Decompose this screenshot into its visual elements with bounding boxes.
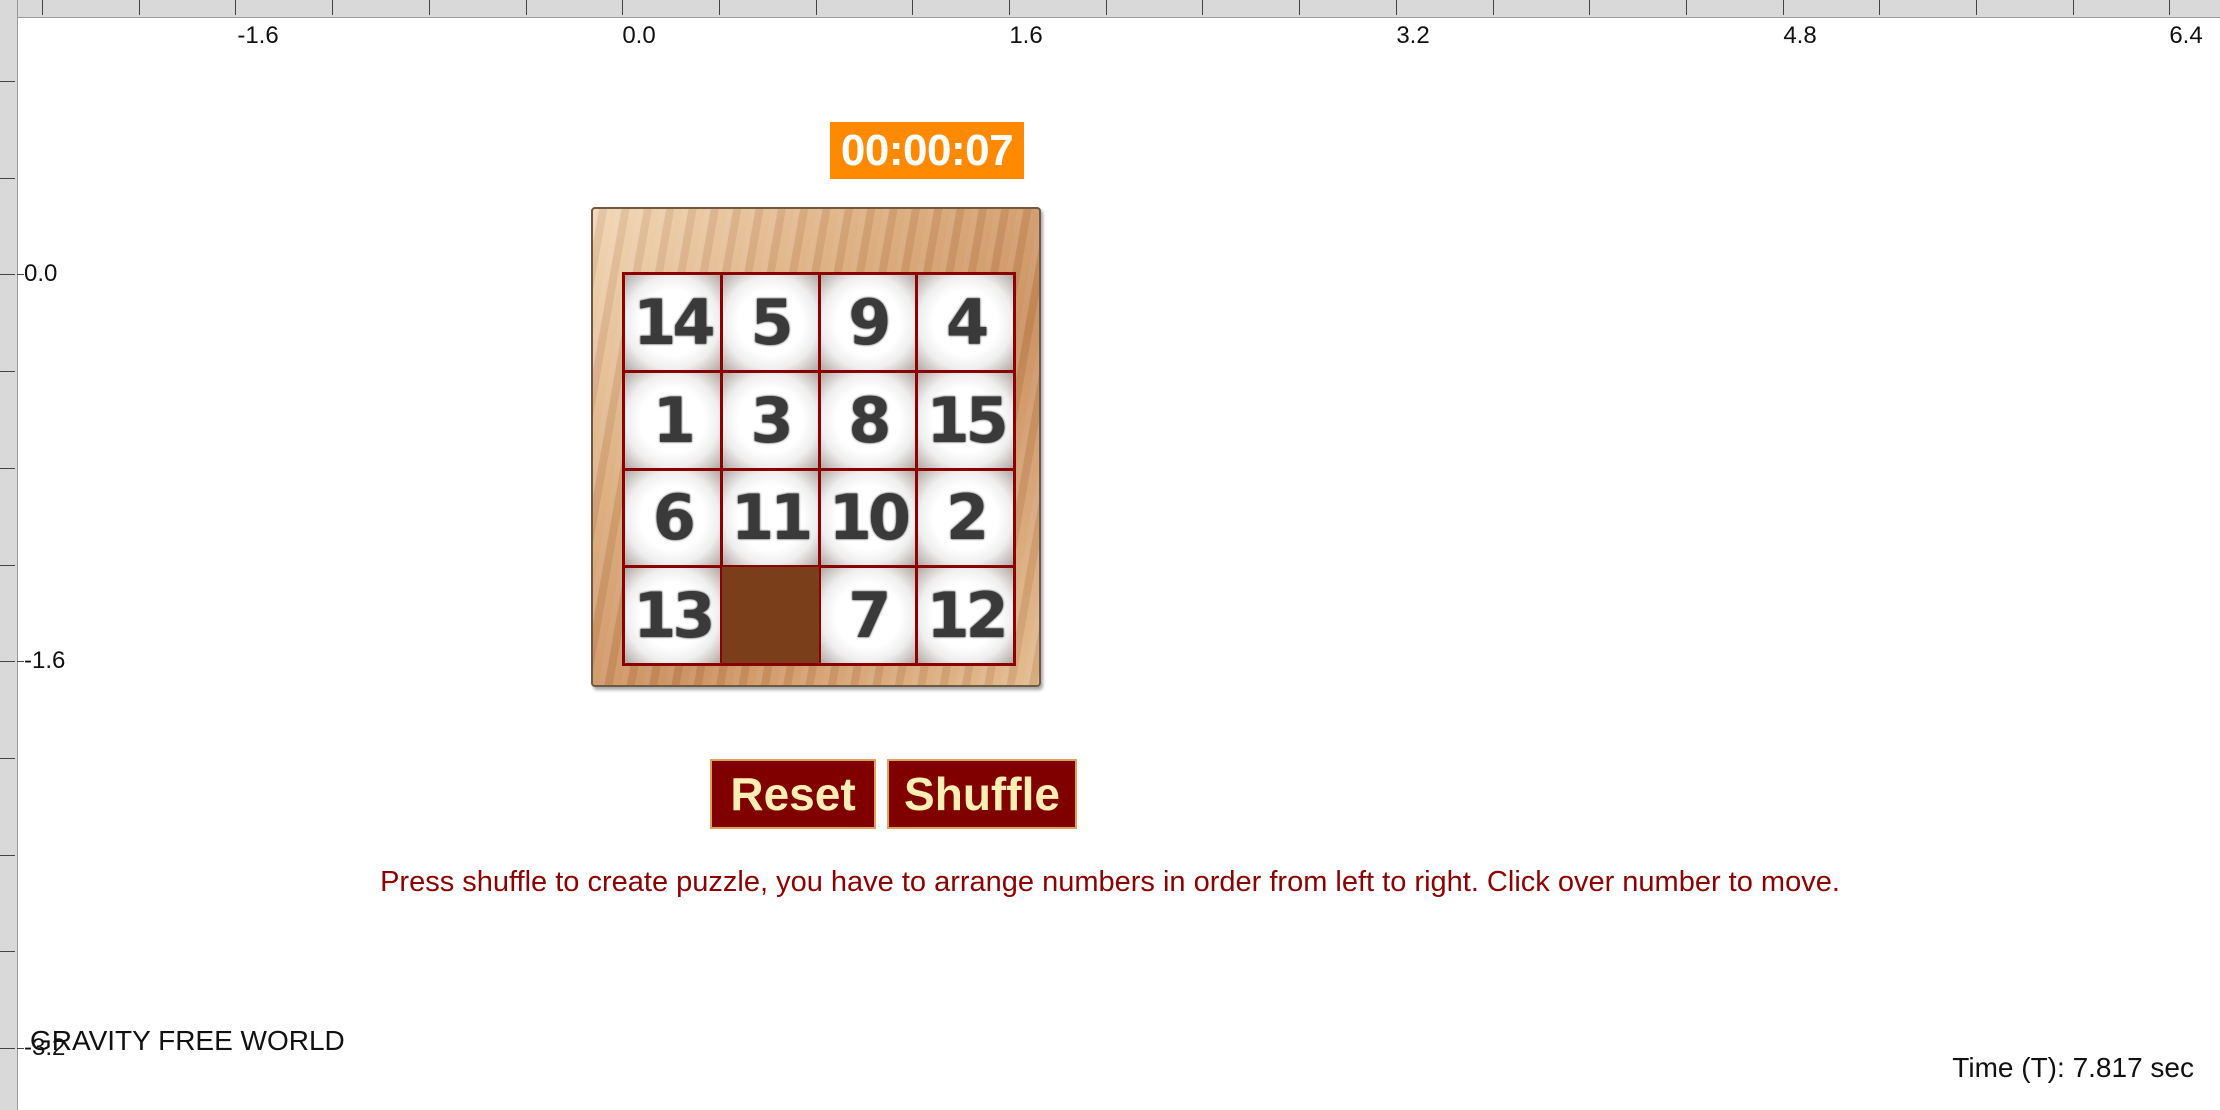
reset-button[interactable]: Reset xyxy=(710,759,876,829)
instructions-text: Press shuffle to create puzzle, you have… xyxy=(380,866,1840,898)
puzzle-tile[interactable]: 15 xyxy=(916,370,1015,470)
ruler-tick xyxy=(1202,0,1203,15)
left-ruler xyxy=(0,0,18,1110)
puzzle-tile[interactable]: 14 xyxy=(623,273,722,372)
ruler-tick xyxy=(0,274,15,275)
ruler-tick xyxy=(0,178,15,179)
x-tick-label: 1.6 xyxy=(1009,22,1043,49)
ruler-tick xyxy=(1976,0,1977,15)
ruler-tick xyxy=(622,0,623,15)
puzzle-tile[interactable]: 6 xyxy=(623,468,722,568)
ruler-tick xyxy=(2169,0,2170,15)
ruler-tick xyxy=(1299,0,1300,15)
x-tick-label: 3.2 xyxy=(1396,22,1430,49)
empty-slot xyxy=(722,568,818,663)
ruler-tick xyxy=(17,274,24,275)
ruler-tick xyxy=(235,0,236,15)
ruler-tick xyxy=(17,1048,24,1049)
tile-grid: 14 5 9 4 1 3 8 15 6 11 10 2 13 7 12 xyxy=(622,272,1016,666)
ruler-tick xyxy=(1686,0,1687,15)
puzzle-tile[interactable]: 3 xyxy=(720,370,820,470)
ruler-tick xyxy=(816,0,817,15)
ruler-tick xyxy=(0,371,15,372)
ruler-tick xyxy=(429,0,430,15)
ruler-tick xyxy=(1589,0,1590,15)
ruler-tick xyxy=(1396,0,1397,15)
puzzle-tile[interactable]: 1 xyxy=(623,370,722,470)
ruler-tick xyxy=(0,758,15,759)
ruler-tick xyxy=(0,468,15,469)
x-tick-label: 6.4 xyxy=(2169,22,2203,49)
ruler-tick xyxy=(332,0,333,15)
ruler-tick xyxy=(0,661,15,662)
x-tick-label: -1.6 xyxy=(237,22,279,49)
ruler-tick xyxy=(1879,0,1880,15)
ruler-tick xyxy=(139,0,140,15)
puzzle-tile[interactable]: 4 xyxy=(916,273,1015,372)
time-readout: Time (T): 7.817 sec xyxy=(1952,1052,2194,1083)
shuffle-button[interactable]: Shuffle xyxy=(887,759,1077,829)
puzzle-tile[interactable]: 2 xyxy=(916,468,1015,568)
puzzle-tile[interactable]: 8 xyxy=(818,370,918,470)
ruler-tick xyxy=(1783,0,1784,15)
ruler-tick xyxy=(0,1048,15,1049)
ruler-tick xyxy=(1106,0,1107,15)
puzzle-tile[interactable]: 7 xyxy=(818,566,918,665)
ruler-tick xyxy=(0,565,15,566)
puzzle-tile[interactable]: 13 xyxy=(623,566,722,665)
ruler-tick xyxy=(0,81,15,82)
ruler-tick xyxy=(0,951,15,952)
ruler-tick xyxy=(42,0,43,15)
puzzle-board: 14 5 9 4 1 3 8 15 6 11 10 2 13 7 12 xyxy=(591,207,1041,687)
ruler-tick xyxy=(1493,0,1494,15)
puzzle-tile[interactable]: 5 xyxy=(720,273,820,372)
puzzle-tile[interactable]: 11 xyxy=(720,468,820,568)
ruler-tick xyxy=(526,0,527,15)
world-label: GRAVITY FREE WORLD xyxy=(30,1025,345,1056)
puzzle-tile[interactable]: 12 xyxy=(916,566,1015,665)
ruler-tick xyxy=(0,855,15,856)
puzzle-tile[interactable]: 10 xyxy=(818,468,918,568)
ruler-tick xyxy=(912,0,913,15)
x-tick-label: 0.0 xyxy=(622,22,656,49)
elapsed-timer: 00:00:07 xyxy=(830,122,1024,179)
y-tick-label: 0.0 xyxy=(24,260,58,287)
ruler-tick xyxy=(719,0,720,15)
top-ruler xyxy=(0,0,2220,18)
x-tick-label: 4.8 xyxy=(1783,22,1817,49)
ruler-tick xyxy=(2073,0,2074,15)
ruler-tick xyxy=(17,661,24,662)
puzzle-tile[interactable]: 9 xyxy=(818,273,918,372)
y-tick-label: -1.6 xyxy=(24,647,66,674)
ruler-tick xyxy=(1009,0,1010,15)
